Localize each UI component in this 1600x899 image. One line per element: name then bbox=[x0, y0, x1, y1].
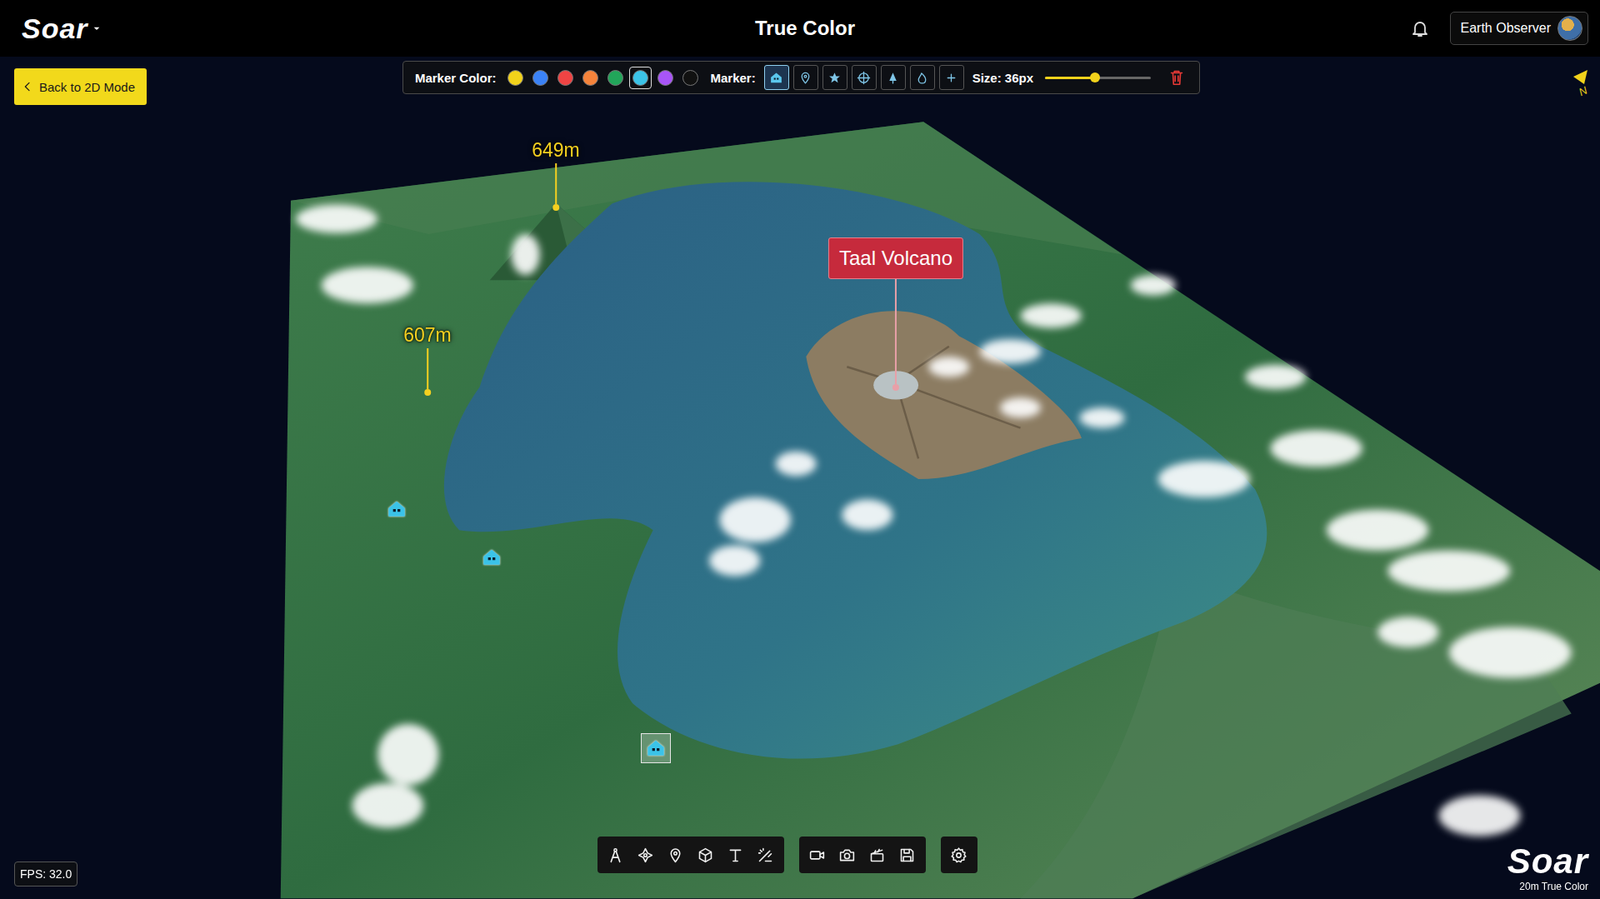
delete-button[interactable] bbox=[1165, 66, 1188, 89]
color-swatch[interactable] bbox=[629, 66, 652, 90]
north-compass[interactable]: N bbox=[1571, 68, 1589, 98]
house-icon bbox=[645, 737, 667, 760]
pin-icon bbox=[666, 846, 685, 865]
marker-type-button[interactable] bbox=[822, 65, 848, 90]
house-marker[interactable] bbox=[640, 733, 671, 764]
text-icon bbox=[726, 846, 745, 865]
color-swatch[interactable] bbox=[529, 66, 552, 90]
color-swatch[interactable] bbox=[504, 66, 527, 90]
map-stage[interactable]: 649m 607m Taal Volcano Back to 2D Mode M… bbox=[0, 56, 1600, 899]
marker-type-button[interactable] bbox=[880, 65, 906, 90]
tool-button[interactable] bbox=[892, 836, 923, 874]
map-pin[interactable]: Taal Volcano bbox=[828, 237, 964, 391]
top-bar: Soar True Color Earth Observer bbox=[0, 0, 1600, 57]
size-label: Size: 36px bbox=[972, 70, 1034, 85]
volcano-island bbox=[805, 310, 1082, 480]
plus-icon bbox=[944, 70, 959, 85]
color-swatch[interactable] bbox=[604, 66, 627, 90]
camera-icon bbox=[838, 846, 856, 865]
marker-toolbar: Marker Color: Marker: Size: 36px bbox=[402, 60, 1200, 95]
star-icon bbox=[827, 70, 842, 85]
marker-type-button[interactable] bbox=[764, 65, 790, 90]
bottom-toolbar bbox=[597, 836, 978, 874]
back-to-2d-button[interactable]: Back to 2D Mode bbox=[14, 68, 147, 105]
marker-type-button[interactable] bbox=[939, 65, 965, 90]
color-swatch[interactable] bbox=[554, 66, 577, 90]
elevation-label: 607m bbox=[403, 324, 452, 347]
caret-icon bbox=[90, 21, 104, 35]
tool-button[interactable] bbox=[600, 836, 631, 874]
tool-button[interactable] bbox=[862, 836, 893, 874]
terrain-map[interactable] bbox=[0, 56, 1600, 899]
tool-button[interactable] bbox=[690, 836, 721, 874]
gear-icon bbox=[950, 846, 968, 865]
marker-type-button[interactable] bbox=[793, 65, 819, 90]
pin-icon bbox=[798, 70, 813, 85]
house-marker[interactable] bbox=[476, 542, 507, 573]
tool-button[interactable] bbox=[802, 836, 833, 874]
globe-icon bbox=[856, 70, 871, 85]
chevron-icon bbox=[20, 80, 35, 94]
marker-type-button[interactable] bbox=[851, 65, 877, 90]
video-icon bbox=[808, 846, 826, 865]
watermark: Soar 20m True Color bbox=[1507, 844, 1589, 893]
save-icon bbox=[898, 846, 916, 865]
color-swatch[interactable] bbox=[679, 66, 702, 90]
fps-counter: FPS: 32.0 bbox=[14, 861, 78, 887]
house-icon bbox=[385, 498, 408, 520]
house-marker[interactable] bbox=[381, 494, 412, 525]
marker-label: Marker: bbox=[710, 70, 755, 85]
logo: Soar bbox=[21, 12, 89, 45]
notifications-button[interactable] bbox=[1406, 15, 1434, 42]
cube-icon bbox=[696, 846, 715, 865]
tool-button[interactable] bbox=[660, 836, 691, 874]
map-pin[interactable]: 607m bbox=[403, 324, 452, 396]
page-title: True Color bbox=[755, 16, 855, 40]
house-icon bbox=[480, 546, 503, 569]
lake bbox=[444, 181, 1267, 759]
house-icon bbox=[769, 70, 784, 85]
trash-icon bbox=[1167, 68, 1186, 87]
satellite-icon bbox=[636, 846, 655, 865]
elevation-label: 649m bbox=[531, 139, 580, 162]
clouds bbox=[295, 205, 1572, 837]
tool-button[interactable] bbox=[750, 836, 781, 874]
size-slider[interactable] bbox=[1045, 76, 1151, 80]
user-button[interactable]: Earth Observer bbox=[1450, 11, 1589, 45]
map-pin[interactable]: 649m bbox=[531, 139, 580, 211]
tool-button[interactable] bbox=[630, 836, 661, 874]
color-swatch[interactable] bbox=[579, 66, 602, 90]
place-label: Taal Volcano bbox=[828, 237, 964, 280]
compass-icon bbox=[606, 846, 625, 865]
tool-button[interactable] bbox=[720, 836, 751, 874]
clapper-icon bbox=[868, 846, 886, 865]
app-page: Soar True Color Earth Observer 649m 607m… bbox=[0, 0, 1600, 899]
fire-icon bbox=[915, 70, 930, 85]
tree-icon bbox=[885, 70, 900, 85]
bell-icon bbox=[1410, 18, 1430, 39]
marker-type-button[interactable] bbox=[910, 65, 935, 90]
logo-menu[interactable]: Soar bbox=[21, 12, 755, 45]
user-name: Earth Observer bbox=[1460, 20, 1551, 36]
terrain bbox=[280, 121, 1600, 899]
avatar-icon bbox=[1557, 15, 1583, 41]
color-swatch[interactable] bbox=[654, 66, 677, 90]
north-arrow-icon bbox=[1571, 68, 1589, 85]
tool-button[interactable] bbox=[832, 836, 863, 874]
settings-button[interactable] bbox=[944, 836, 975, 874]
marker-color-label: Marker Color: bbox=[415, 70, 497, 85]
draw-icon bbox=[756, 846, 775, 865]
